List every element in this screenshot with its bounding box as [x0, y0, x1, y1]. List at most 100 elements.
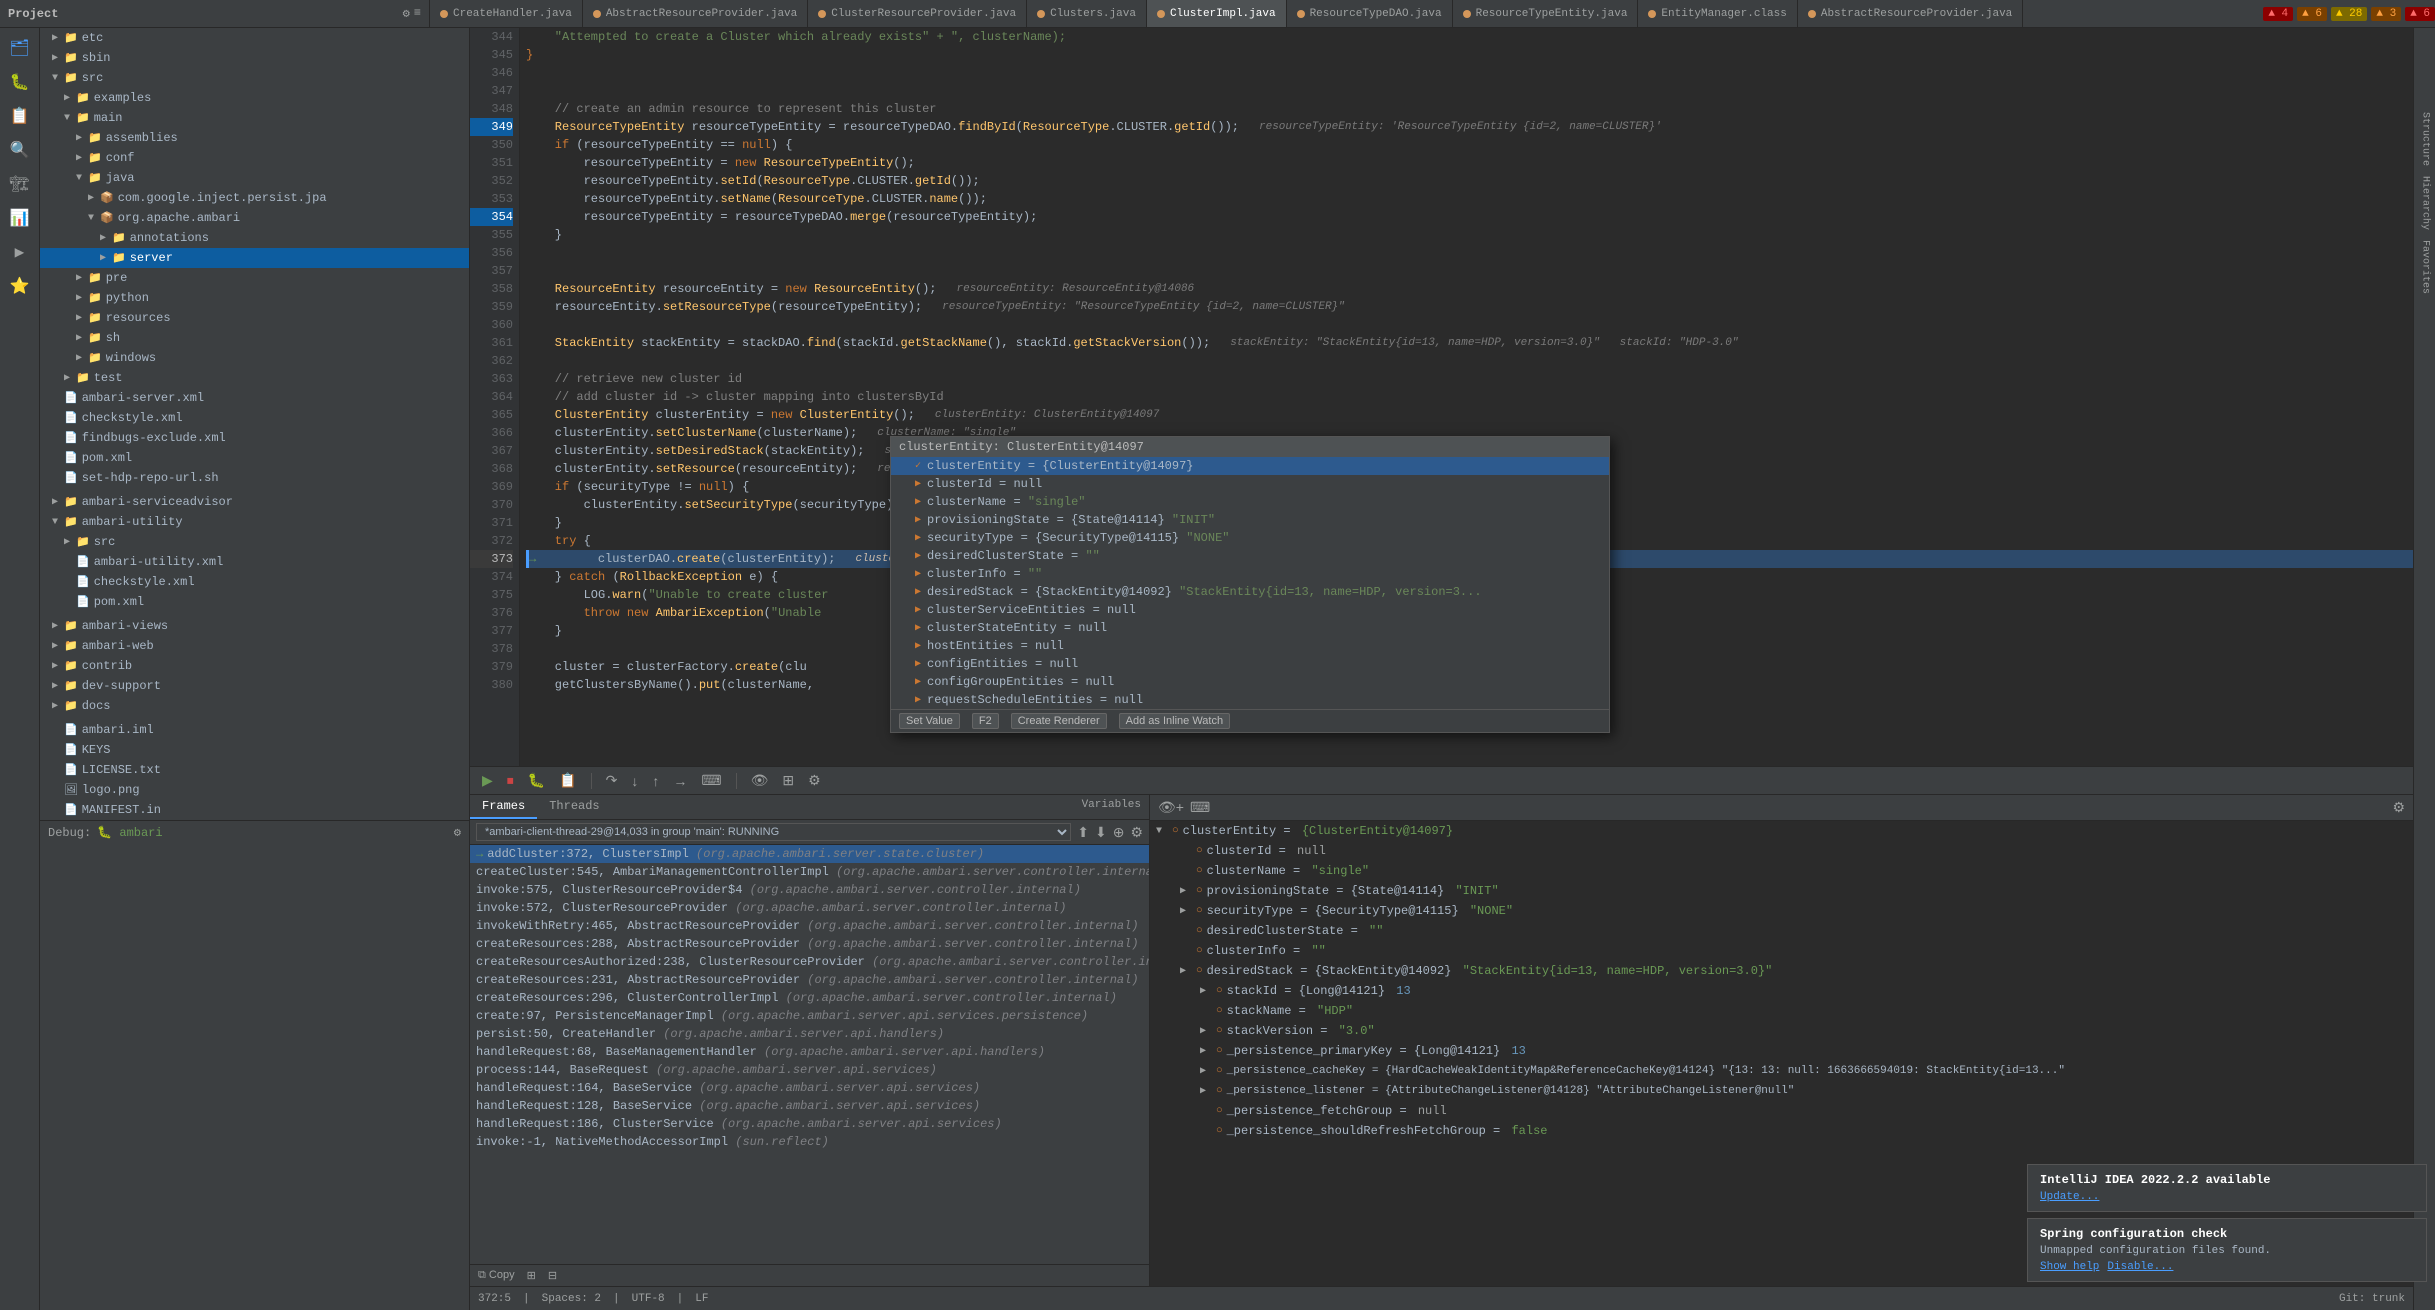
add-watch-var-button[interactable]: 👁+ — [1158, 799, 1184, 816]
tree-item[interactable]: 🖼 logo.png — [40, 780, 469, 800]
tab-clusterimpl[interactable]: ClusterImpl.java — [1147, 0, 1287, 28]
tree-item[interactable]: ▶ 📁 pre — [40, 268, 469, 288]
autocomplete-item-selected[interactable]: ✓ clusterEntity = {ClusterEntity@14097} — [891, 457, 1609, 475]
frame-item[interactable]: createResources:231, AbstractResourcePro… — [470, 971, 1149, 989]
project-layout-icon[interactable]: ≡ — [414, 6, 421, 21]
frame-item[interactable]: persist:50, CreateHandler (org.apache.am… — [470, 1025, 1149, 1043]
var-item[interactable]: ○ desiredClusterState = "" — [1150, 921, 2413, 941]
threads-tab[interactable]: Threads — [537, 795, 611, 819]
autocomplete-item[interactable]: ▶ securityType = {SecurityType@14115} "N… — [891, 529, 1609, 547]
evaluate-var-button[interactable]: ⌨ — [1190, 799, 1210, 816]
autocomplete-item[interactable]: ▶ desiredClusterState = "" — [891, 547, 1609, 565]
frames-tab[interactable]: Frames — [470, 795, 537, 819]
debug-play-button[interactable]: ▶ — [478, 770, 497, 791]
frame-item[interactable]: create:97, PersistenceManagerImpl (org.a… — [470, 1007, 1149, 1025]
thread-prev-button[interactable]: ⬆ — [1077, 824, 1089, 841]
autocomplete-item[interactable]: ▶ clusterName = "single" — [891, 493, 1609, 511]
settings-debug-button[interactable]: ⚙ — [804, 770, 825, 791]
build-icon[interactable]: 🏗 — [4, 168, 36, 200]
tree-item[interactable]: 📄 checkstyle.xml — [40, 572, 469, 592]
console-button[interactable]: 📋 — [555, 770, 580, 791]
var-item[interactable]: ○ clusterInfo = "" — [1150, 941, 2413, 961]
bookmark-icon[interactable]: ⭐ — [4, 270, 36, 302]
tree-item[interactable]: ▶ 📁 examples — [40, 88, 469, 108]
add-inline-watch-button[interactable]: Add as Inline Watch — [1119, 713, 1230, 729]
debug-stop-button[interactable]: ⏹ — [503, 770, 518, 791]
tree-item[interactable]: ▶ 📁 contrib — [40, 656, 469, 676]
tree-item[interactable]: 📄 set-hdp-repo-url.sh — [40, 468, 469, 488]
frame-item[interactable]: createCluster:545, AmbariManagementContr… — [470, 863, 1149, 881]
frame-item[interactable]: createResourcesAuthorized:238, ClusterRe… — [470, 953, 1149, 971]
autocomplete-item[interactable]: ▶ desiredStack = {StackEntity@14092} "St… — [891, 583, 1609, 601]
frame-item[interactable]: handleRequest:164, BaseService (org.apac… — [470, 1079, 1149, 1097]
frame-item-selected[interactable]: → addCluster:372, ClustersImpl (org.apac… — [470, 845, 1149, 863]
tree-item[interactable]: 📄 findbugs-exclude.xml — [40, 428, 469, 448]
tree-item[interactable]: ▶ 📁 python — [40, 288, 469, 308]
tree-item[interactable]: 📄 KEYS — [40, 740, 469, 760]
tree-item[interactable]: ▶ 📁 sh — [40, 328, 469, 348]
frame-item[interactable]: createResources:288, AbstractResourcePro… — [470, 935, 1149, 953]
profiler-icon[interactable]: 📊 — [4, 202, 36, 234]
frame-item[interactable]: createResources:296, ClusterControllerIm… — [470, 989, 1149, 1007]
tree-item[interactable]: ▶ 📁 test — [40, 368, 469, 388]
copy-frames-button[interactable]: ⧉ Copy — [474, 1269, 519, 1282]
run-to-cursor-button[interactable]: → — [669, 771, 691, 791]
tree-item[interactable]: ▶ 📁 assemblies — [40, 128, 469, 148]
debug-settings-icon[interactable]: ⚙ — [454, 825, 461, 840]
tree-item[interactable]: ▶ 📁 src — [40, 532, 469, 552]
frame-item[interactable]: handleRequest:186, ClusterService (org.a… — [470, 1115, 1149, 1133]
thread-select[interactable]: *ambari-client-thread-29@14,033 in group… — [476, 823, 1071, 841]
tree-item[interactable]: ▼ 📁 java — [40, 168, 469, 188]
tree-item[interactable]: ▶ 📁 sbin — [40, 48, 469, 68]
frame-item[interactable]: invoke:575, ClusterResourceProvider$4 (o… — [470, 881, 1149, 899]
var-item[interactable]: ▶ ○ stackId = {Long@14121} 13 — [1150, 981, 2413, 1001]
autocomplete-item[interactable]: ▶ configGroupEntities = null — [891, 673, 1609, 691]
tree-item[interactable]: ▶ 📁 annotations — [40, 228, 469, 248]
frame-item[interactable]: handleRequest:68, BaseManagementHandler … — [470, 1043, 1149, 1061]
tree-item[interactable]: 📄 ambari-server.xml — [40, 388, 469, 408]
tab-resourcetypeentity[interactable]: ResourceTypeEntity.java — [1453, 0, 1639, 28]
hierarchy-tab[interactable]: Hierarchy — [2417, 172, 2433, 232]
var-item[interactable]: ▶ ○ securityType = {SecurityType@14115} … — [1150, 901, 2413, 921]
tree-item[interactable]: ▶ 📁 ambari-web — [40, 636, 469, 656]
autocomplete-item[interactable]: ▶ configEntities = null — [891, 655, 1609, 673]
expand-frames-button[interactable]: ⊞ — [523, 1269, 540, 1282]
tree-item[interactable]: ▶ 📁 dev-support — [40, 676, 469, 696]
tree-item[interactable]: ▶ 📁 ambari-views — [40, 616, 469, 636]
thread-filter-button[interactable]: ⊕ — [1113, 824, 1125, 841]
code-editor[interactable]: 344 345 346 347 348 349 350 351 352 353 … — [470, 28, 2413, 766]
tree-item[interactable]: ▼ 📁 src — [40, 68, 469, 88]
tree-item[interactable]: 📄 pom.xml — [40, 592, 469, 612]
tree-item[interactable]: ▶ 📁 windows — [40, 348, 469, 368]
step-into-button[interactable]: ↓ — [627, 771, 642, 791]
frame-item[interactable]: invoke:572, ClusterResourceProvider (org… — [470, 899, 1149, 917]
autocomplete-item[interactable]: ▶ clusterStateEntity = null — [891, 619, 1609, 637]
frames-button[interactable]: ⊞ — [778, 770, 798, 791]
tree-item[interactable]: 📄 ambari-utility.xml — [40, 552, 469, 572]
tree-item[interactable]: 📄 MANIFEST.in — [40, 800, 469, 820]
thread-next-button[interactable]: ⬇ — [1095, 824, 1107, 841]
tree-item[interactable]: ▶ 📁 docs — [40, 696, 469, 716]
tree-item[interactable]: 📄 ambari.iml — [40, 720, 469, 740]
var-item[interactable]: ▶ ○ desiredStack = {StackEntity@14092} "… — [1150, 961, 2413, 981]
tab-clusters[interactable]: Clusters.java — [1027, 0, 1147, 28]
var-settings-button[interactable]: ⚙ — [2392, 799, 2405, 816]
autocomplete-item[interactable]: ▶ requestScheduleEntities = null — [891, 691, 1609, 709]
set-value-button[interactable]: Set Value — [899, 713, 960, 729]
tree-item[interactable]: 📄 pom.xml — [40, 448, 469, 468]
var-item[interactable]: ○ stackName = "HDP" — [1150, 1001, 2413, 1021]
update-link[interactable]: Update... — [2040, 1191, 2099, 1203]
frame-list[interactable]: → addCluster:372, ClustersImpl (org.apac… — [470, 845, 1149, 1264]
var-item[interactable]: ▶ ○ stackVersion = "3.0" — [1150, 1021, 2413, 1041]
tree-item[interactable]: 📄 checkstyle.xml — [40, 408, 469, 428]
project-icon[interactable]: 🗂 — [4, 32, 36, 64]
disable-link[interactable]: Disable... — [2107, 1261, 2173, 1273]
frame-item[interactable]: invokeWithRetry:465, AbstractResourcePro… — [470, 917, 1149, 935]
tree-item[interactable]: ▶ 📁 conf — [40, 148, 469, 168]
var-item[interactable]: ▶ ○ _persistence_primaryKey = {Long@1412… — [1150, 1041, 2413, 1061]
tree-item[interactable]: ▶ 📁 resources — [40, 308, 469, 328]
tree-item-server[interactable]: ▶ 📁 server — [40, 248, 469, 268]
add-watch-button[interactable]: 👁 — [747, 770, 773, 791]
var-item[interactable]: ○ clusterId = null — [1150, 841, 2413, 861]
debugger-button[interactable]: 🐛 — [524, 770, 549, 791]
